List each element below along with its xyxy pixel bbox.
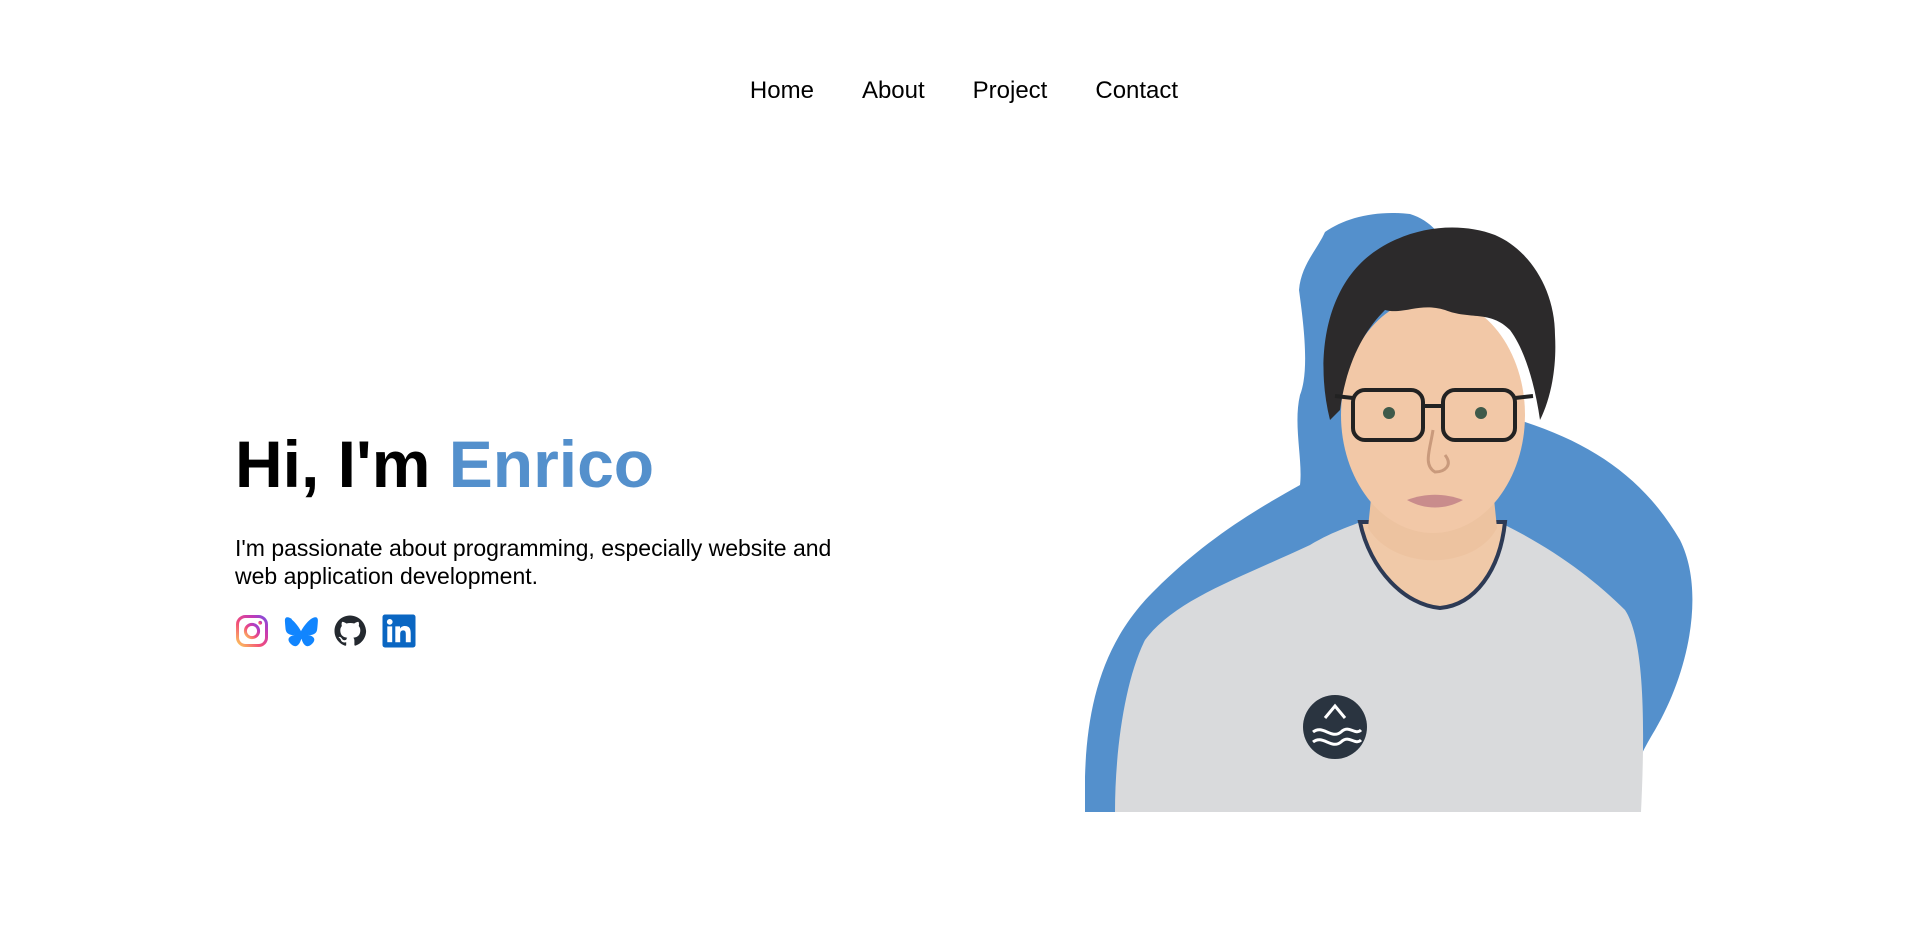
nav-project-link[interactable]: Project <box>973 74 1048 108</box>
instagram-icon <box>236 615 268 647</box>
left-eye <box>1383 407 1395 419</box>
github-link[interactable] <box>333 614 367 648</box>
right-eye <box>1475 407 1487 419</box>
nav-contact-link[interactable]: Contact <box>1095 74 1178 108</box>
hero-tagline: I'm passionate about programming, especi… <box>235 535 832 589</box>
social-links <box>235 614 875 648</box>
nav-about-link[interactable]: About <box>862 74 925 108</box>
linkedin-link[interactable] <box>382 614 416 648</box>
hero-headline: Hi, I'm Enrico <box>235 420 875 508</box>
instagram-link[interactable] <box>235 614 269 648</box>
nav-home-link[interactable]: Home <box>750 74 814 108</box>
hero-greeting: Hi, I'm <box>235 427 431 501</box>
hero-name: Enrico <box>448 427 655 501</box>
page: Home About Project Contact Hi, I'm Enric… <box>0 0 1912 926</box>
bluesky-icon <box>284 617 318 647</box>
bluesky-link[interactable] <box>284 614 318 648</box>
hero-section: Hi, I'm Enrico I'm passionate about prog… <box>235 420 875 648</box>
profile-photo <box>1085 210 1700 812</box>
github-icon <box>334 615 367 646</box>
main-nav: Home About Project Contact <box>0 74 1912 108</box>
linkedin-icon <box>382 614 416 648</box>
